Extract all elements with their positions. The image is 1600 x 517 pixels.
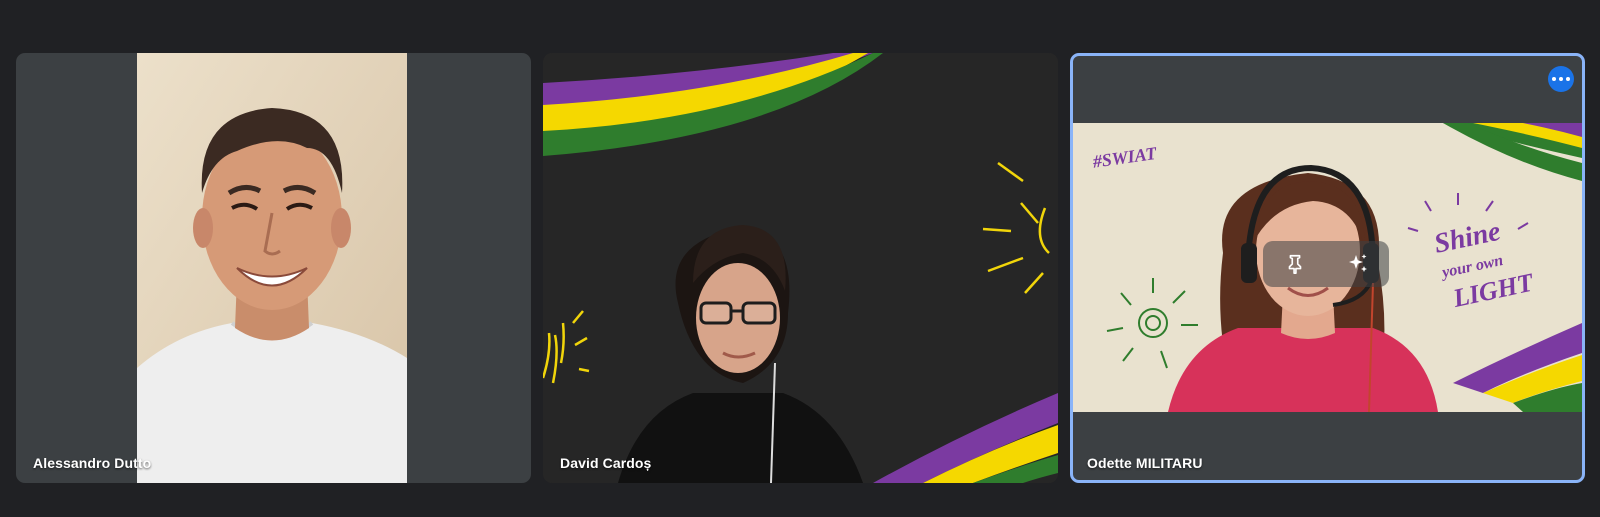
participant-video — [137, 53, 407, 483]
participant-video — [543, 53, 1058, 483]
participant-tile-odette[interactable]: #SWIAT Shine your own LIGHT Odette MILIT… — [1070, 53, 1585, 483]
participant-tile-alessandro[interactable]: Alessandro Dutto — [16, 53, 531, 483]
tile-hover-controls — [1263, 241, 1389, 287]
visual-effects-icon — [1348, 254, 1367, 272]
more-options-button[interactable] — [1548, 66, 1574, 92]
pin-icon — [1288, 254, 1301, 274]
more-horizontal-icon — [1552, 77, 1570, 81]
participant-name: David Cardoș — [560, 455, 652, 471]
visual-effects-button[interactable] — [1341, 247, 1375, 281]
participant-name: Alessandro Dutto — [33, 455, 152, 471]
participant-tile-david[interactable]: David Cardoș — [543, 53, 1058, 483]
participant-grid: Alessandro Dutto David Cardoș #SWIAT Shi… — [0, 0, 1600, 517]
participant-name: Odette MILITARU — [1087, 455, 1203, 471]
pin-button[interactable] — [1278, 247, 1312, 281]
